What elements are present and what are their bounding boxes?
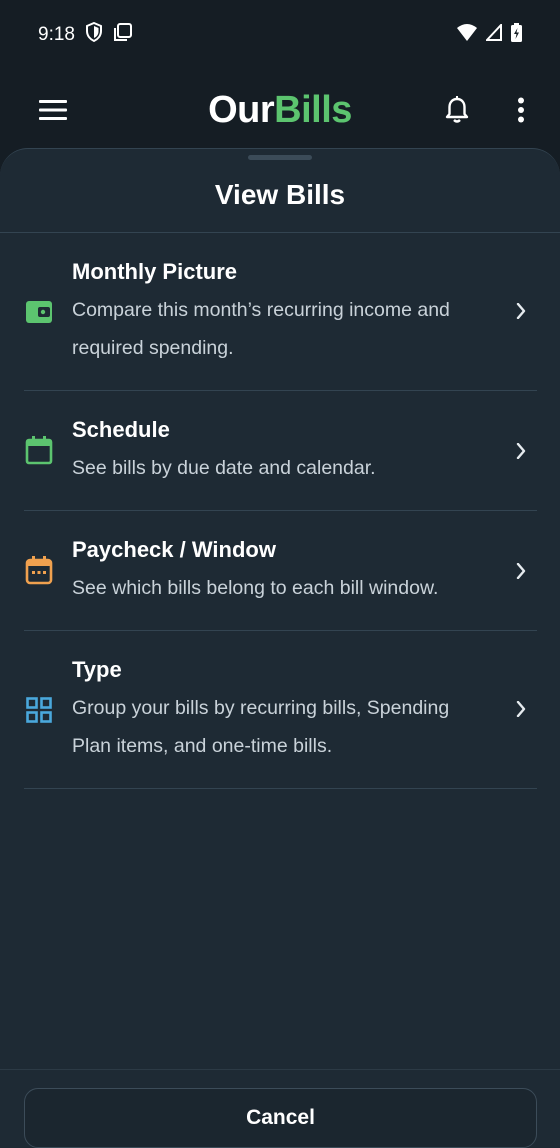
option-paycheck-window[interactable]: Paycheck / Window See which bills belong…	[24, 511, 537, 631]
status-right	[457, 22, 522, 47]
app-title-bills: Bills	[274, 88, 352, 131]
menu-icon[interactable]	[36, 93, 70, 127]
chevron-right-icon	[511, 441, 531, 461]
wifi-icon	[457, 24, 477, 46]
option-description: See which bills belong to each bill wind…	[72, 577, 439, 599]
chevron-right-icon	[511, 699, 531, 719]
chevron-right-icon	[511, 301, 531, 321]
option-title: Type	[72, 657, 122, 682]
notification-bell-icon[interactable]	[440, 93, 474, 127]
option-title: Paycheck / Window	[72, 537, 276, 562]
shield-icon	[85, 21, 103, 48]
more-options-icon[interactable]	[504, 93, 538, 127]
option-description: Group your bills by recurring bills, Spe…	[72, 697, 450, 757]
wallet-icon	[24, 297, 54, 327]
calendar-icon	[24, 435, 54, 465]
calendar-window-icon	[24, 555, 54, 585]
sheet-title: View Bills	[214, 179, 346, 210]
option-title: Schedule	[72, 417, 170, 442]
option-type[interactable]: Type Group your bills by recurring bills…	[24, 631, 537, 789]
battery-charging-icon	[511, 23, 522, 47]
option-description: See bills by due date and calendar.	[72, 457, 376, 479]
option-monthly-picture[interactable]: Monthly Picture Compare this month’s rec…	[24, 233, 537, 391]
screen-icon	[113, 22, 133, 48]
chevron-right-icon	[511, 561, 531, 581]
option-schedule[interactable]: Schedule See bills by due date and calen…	[24, 391, 537, 511]
footer-divider	[0, 1069, 560, 1070]
app-actions	[440, 93, 538, 127]
grid-icon	[24, 695, 54, 725]
status-bar: 9:18	[0, 0, 560, 70]
view-bills-sheet: View Bills Monthly Picture Compare this …	[0, 148, 560, 1148]
app-bar: OurBills	[0, 70, 560, 150]
signal-icon	[484, 22, 502, 46]
option-description: Compare this month’s recurring income an…	[72, 299, 450, 359]
cancel-button[interactable]: Cancel	[24, 1088, 537, 1148]
status-left: 9:18	[38, 21, 133, 48]
drag-handle[interactable]	[248, 155, 312, 160]
status-time: 9:18	[38, 24, 75, 45]
option-title: Monthly Picture	[72, 259, 238, 284]
app-title-our: Our	[208, 88, 275, 131]
